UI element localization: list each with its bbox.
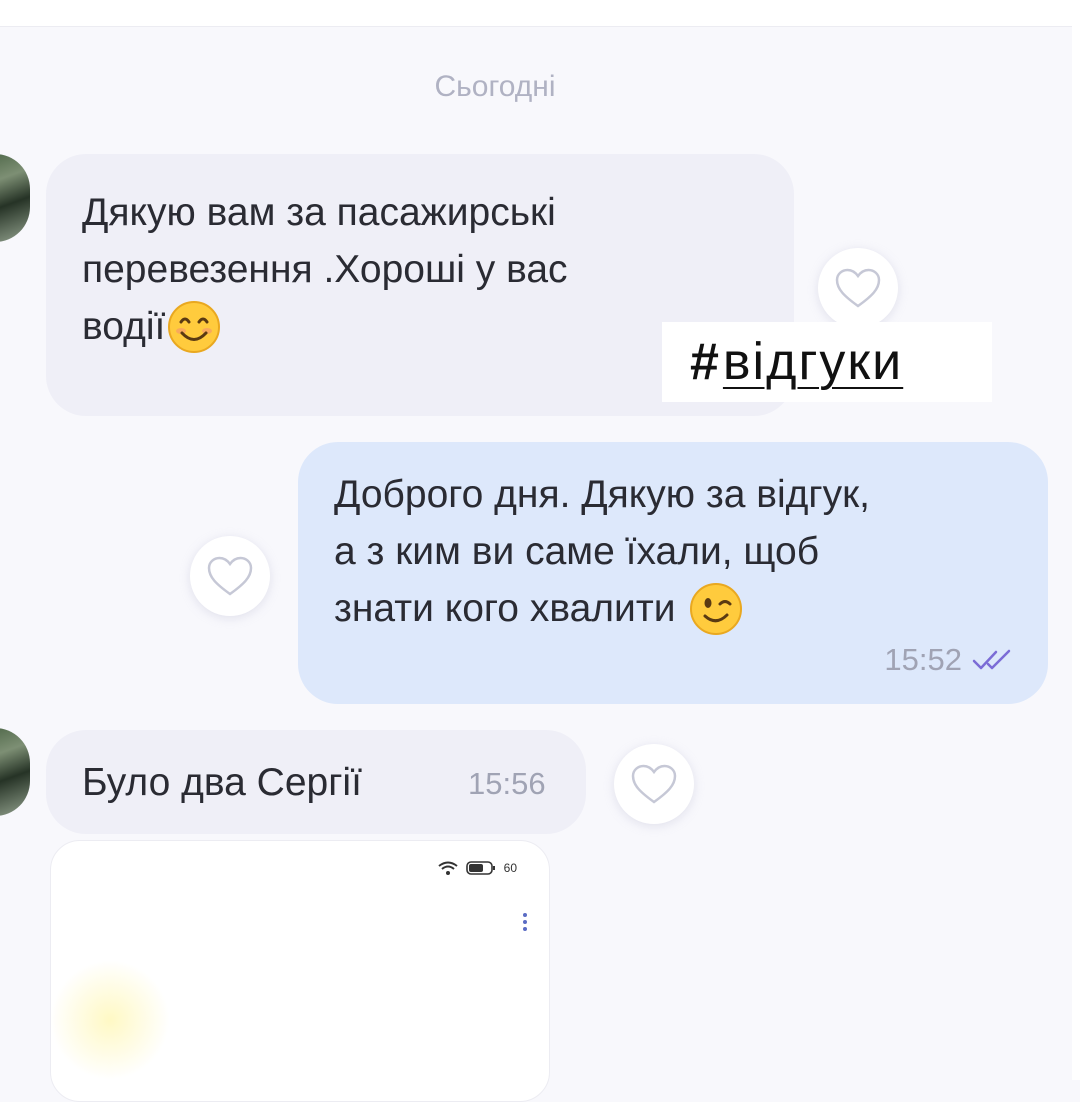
message-line: а з ким ви саме їхали, щоб	[334, 530, 820, 573]
hash-symbol: #	[690, 333, 719, 391]
top-app-bar	[0, 0, 1080, 27]
incoming-message-bubble[interactable]: Було два Сергії 15:56	[46, 730, 586, 834]
screenshot-highlight	[50, 960, 170, 1080]
screenshot-status-bar: 60	[438, 861, 517, 875]
double-check-icon	[972, 649, 1011, 670]
hashtag-label: # відгуки	[662, 322, 992, 402]
message-text: Дякую вам за пасажирські перевезення .Хо…	[82, 184, 568, 355]
sender-avatar[interactable]	[0, 154, 30, 242]
message-meta: 15:52	[884, 642, 1014, 678]
date-separator: Сьогодні	[434, 70, 556, 103]
battery-icon	[465, 861, 495, 875]
smiling-face-emoji	[168, 300, 221, 353]
outgoing-message-bubble[interactable]: Доброго дня. Дякую за відгук, а з ким ви…	[298, 442, 1048, 704]
battery-level: 60	[503, 861, 517, 875]
like-button[interactable]	[190, 536, 270, 616]
message-line: перевезення .Хороші у вас	[82, 248, 568, 291]
message-line: знати кого хвалити	[334, 587, 676, 630]
message-line: Було два Сергії	[82, 761, 362, 804]
heart-icon	[631, 764, 677, 804]
message-time: 15:56	[468, 766, 546, 801]
like-button[interactable]	[614, 744, 694, 824]
wifi-icon	[438, 861, 458, 875]
like-button[interactable]	[818, 248, 898, 328]
message-line: Доброго дня. Дякую за відгук,	[334, 473, 871, 516]
message-text: Доброго дня. Дякую за відгук, а з ким ви…	[334, 466, 870, 637]
more-options-icon[interactable]	[523, 913, 529, 934]
sender-avatar[interactable]	[0, 728, 30, 816]
message-line: водії	[82, 305, 166, 348]
winking-face-emoji	[690, 582, 743, 635]
message-line: Дякую вам за пасажирські	[82, 191, 556, 234]
hashtag-text: відгуки	[722, 333, 904, 391]
window-edge	[1072, 0, 1080, 1080]
message-time: 15:52	[884, 642, 962, 677]
heart-icon	[207, 556, 253, 596]
heart-icon	[835, 268, 881, 308]
